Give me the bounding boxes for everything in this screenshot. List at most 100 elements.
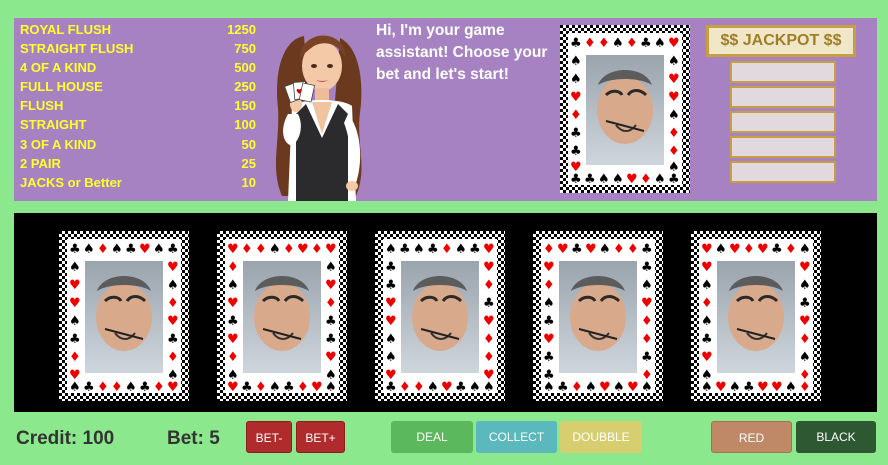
jackpot-row [730,161,836,183]
card-table: ♣ ♠ ♦ ♠ ♣ ♥ ♠ ♣ ♠ ♣ ♦ ♦ ♠ ♣ ♦ ♥ ♠ ♥ ♥ ♠ ♣ ♦ ♥ ♥ ♠ ♦ ♥ ♣ ♦ ♠ ♥ ♦ ♦ [14,213,877,412]
svg-text:♠: ♠ [83,242,95,257]
paytable-hand: 3 OF A KIND [20,136,97,152]
svg-text:♦: ♦ [584,36,596,51]
svg-text:♠: ♠ [111,242,123,257]
svg-text:♣: ♣ [385,260,397,275]
paytable-row: ROYAL FLUSH 1250 [20,20,256,39]
black-button[interactable]: BLACK [796,421,876,453]
svg-text:♠: ♠ [701,278,713,293]
svg-text:♥: ♥ [167,260,179,275]
credit-display: Credit: 100 [16,428,115,449]
svg-text:♥: ♥ [543,332,555,347]
svg-text:♣: ♣ [227,314,239,329]
bet-plus-button[interactable]: BET+ [296,421,345,453]
svg-text:♥: ♥ [483,368,495,383]
svg-text:♠: ♠ [167,278,179,293]
svg-text:♠: ♠ [612,36,624,51]
svg-text:♥: ♥ [385,296,397,311]
double-button[interactable]: DOUBBLE [560,421,642,453]
svg-text:♠: ♠ [325,260,337,275]
svg-text:♦: ♦ [483,332,495,347]
card-slot-1[interactable]: ♣ ♠ ♦ ♠ ♣ ♥ ♠ ♣ ♠ ♣ ♦ ♦ ♠ ♣ ♦ ♥ ♠ ♥ ♥ ♠ ♣ ♦ ♥ ♥ ♠ ♦ ♥ ♣ ♦ ♠ [59,231,189,401]
svg-text:♦: ♦ [613,242,625,257]
svg-text:♣: ♣ [469,242,481,257]
collect-button[interactable]: COLLECT [476,421,557,453]
svg-text:♦: ♦ [227,350,239,365]
svg-text:♣: ♣ [167,332,179,347]
svg-text:♠: ♠ [799,242,811,257]
svg-text:♦: ♦ [69,350,81,365]
svg-text:♥: ♥ [729,242,741,257]
paytable-hand: STRAIGHT [20,117,87,133]
svg-text:♦: ♦ [283,242,295,257]
svg-text:♦: ♦ [111,380,123,395]
jackpot-title: $$ JACKPOT $$ [706,25,856,57]
svg-text:♠: ♠ [455,242,467,257]
svg-text:♦: ♦ [668,126,680,141]
svg-text:♥: ♥ [668,90,680,105]
video-poker-game: ROYAL FLUSH 1250 STRAIGHT FLUSH 750 4 OF A… [0,0,888,465]
jackpot-row [730,61,836,83]
svg-text:♣: ♣ [427,242,439,257]
svg-text:♣: ♣ [543,368,555,383]
svg-text:♠: ♠ [385,350,397,365]
svg-text:♦: ♦ [571,380,583,395]
svg-text:♠: ♠ [153,242,165,257]
svg-text:♠: ♠ [785,380,797,395]
svg-text:♠: ♠ [598,172,610,187]
red-button[interactable]: RED [711,421,792,453]
svg-text:♠: ♠ [227,368,239,383]
svg-text:♦: ♦ [325,296,337,311]
svg-text:♣: ♣ [571,242,583,257]
svg-text:♠: ♠ [570,72,582,87]
svg-text:♥: ♥ [227,332,239,347]
card-back-icon: ♣ ♦ ♦ ♠ ♦ ♣ ♠ ♥ ♣ ♣ ♠ ♠ ♥ ♦ ♠ ♣ ♠ ♠ ♥ ♦ ♣ ♣ ♥ ♠ ♥ ♥ ♠ ♦ ♦ ♠ [560,25,690,193]
svg-text:♦: ♦ [799,332,811,347]
card-slot-3[interactable]: ♠ ♣ ♠ ♣ ♦ ♠ ♣ ♥ ♣ ♦ ♦ ♠ ♥ ♣ ♠ ♠ ♣ ♣ ♥ ♥ ♠ ♠ ♥ ♥ ♦ ♣ ♥ ♦ ♦ ♥ [375,231,505,401]
svg-text:♦: ♦ [701,296,713,311]
svg-text:♣: ♣ [640,36,652,51]
svg-text:♦: ♦ [97,380,109,395]
svg-text:♦: ♦ [543,278,555,293]
svg-text:♣: ♣ [743,380,755,395]
card-back-icon: ♥ ♦ ♦ ♠ ♦ ♥ ♦ ♥ ♥ ♣ ♦ ♠ ♣ ♦ ♥ ♠ ♦♠♥♣♥♦♠ ♠♥♦♣♣♥♠ [217,231,347,401]
svg-text:♥: ♥ [69,368,81,383]
svg-text:♣: ♣ [385,278,397,293]
svg-text:♠: ♠ [729,380,741,395]
svg-text:♣: ♣ [167,242,179,257]
svg-text:♠: ♠ [385,242,397,257]
svg-text:♦: ♦ [241,242,253,257]
svg-text:♠: ♠ [269,242,281,257]
paytable-hand: 4 OF A KIND [20,60,97,76]
svg-text:♠: ♠ [227,278,239,293]
paytable-row: STRAIGHT FLUSH 750 [20,39,256,58]
deal-button[interactable]: DEAL [391,421,473,453]
svg-text:♣: ♣ [69,242,81,257]
jackpot-row [730,111,836,133]
svg-text:♣: ♣ [641,350,653,365]
svg-text:♦: ♦ [227,260,239,275]
svg-text:♥: ♥ [69,296,81,311]
bet-minus-button[interactable]: BET- [246,421,292,453]
svg-text:♦: ♦ [627,242,639,257]
card-slot-5[interactable]: ♥ ♠ ♥ ♦ ♥ ♣ ♦ ♠ ♠ ♥ ♠ ♣ ♥ ♥ ♠ ♦ ♥ ♠ ♦ ♠ ♣ ♥ ♠ ♥ ♠ ♣ ♥ ♦ ♠ ♦ [691,231,821,401]
svg-text:♣: ♣ [641,260,653,275]
svg-text:♣: ♣ [283,380,295,395]
card-back-icon: ♣ ♠ ♦ ♠ ♣ ♥ ♠ ♣ ♠ ♣ ♦ ♦ ♠ ♣ ♦ ♥ ♠♥♥♠♣♦♥ ♥♠♦♥♣♦♠ [59,231,189,401]
svg-text:♦: ♦ [743,242,755,257]
jackpot-table [730,61,836,186]
svg-text:♣: ♣ [570,144,582,159]
svg-text:♥: ♥ [441,380,453,395]
card-slot-2[interactable]: ♥ ♦ ♦ ♠ ♦ ♥ ♦ ♥ ♥ ♣ ♦ ♠ ♣ ♦ ♥ ♠ ♦ ♠ ♥ ♣ ♥ ♦ ♠ ♠ ♥ ♦ ♣ ♣ ♥ ♠ [217,231,347,401]
card-back-icon: ♠ ♣ ♠ ♣ ♦ ♠ ♣ ♥ ♣ ♦ ♦ ♠ ♥ ♣ ♠ ♠ ♣♣♥♥♠♠♥ ♥♦♣♥♦♦♥ [375,231,505,401]
svg-text:♣: ♣ [483,296,495,311]
svg-text:♠: ♠ [69,260,81,275]
paytable-row: FLUSH 150 [20,96,256,115]
paytable-hand: JACKS or Better [20,174,122,190]
svg-text:♦: ♦ [641,314,653,329]
card-back-icon: ♥ ♠ ♥ ♦ ♥ ♣ ♦ ♠ ♠ ♥ ♠ ♣ ♥ ♥ ♠ ♦ ♥♠♦♠♣♥♠ ♥♠♣♥♦♠♦ [691,231,821,401]
card-slot-4[interactable]: ♦ ♥ ♣ ♥ ♠ ♦ ♦ ♣ ♠ ♣ ♦ ♠ ♥ ♠ ♥ ♠ ♥ ♦ ♠ ♣ ♥ ♣ ♣ ♣ ♠ ♥ ♦ ♦ ♣ ♦ [533,231,663,401]
svg-text:♦: ♦ [97,242,109,257]
svg-text:♥: ♥ [227,296,239,311]
paytable-row: JACKS or Better 10 [20,173,256,192]
